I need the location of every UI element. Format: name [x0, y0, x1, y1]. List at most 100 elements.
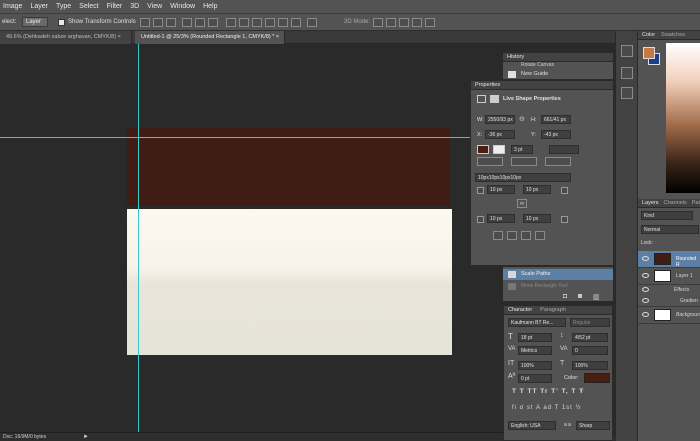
stroke-swatch[interactable]	[493, 145, 505, 154]
stroke-type-dropdown[interactable]	[549, 145, 579, 154]
tab-document-1[interactable]: 49.6% (Dehkadeh sabze arghavan, CMYK/8) …	[0, 31, 132, 44]
menu-layer[interactable]: Layer	[30, 3, 48, 10]
vertical-scale-field[interactable]: 100%	[518, 361, 552, 370]
layer-row[interactable]: Rounded R	[638, 251, 700, 268]
menu-image[interactable]: Image	[3, 3, 22, 10]
font-family-dropdown[interactable]: Kaufmann BT Re...	[508, 318, 566, 327]
3d-drag-icon[interactable]	[399, 18, 409, 27]
tab-document-2[interactable]: Untitled-1 @ 25/3% (Rounded Rectangle 1,…	[135, 31, 285, 44]
close-icon[interactable]: ×	[276, 34, 279, 40]
vertical-guide[interactable]	[138, 44, 139, 432]
3d-rotate-icon[interactable]	[373, 18, 383, 27]
tab-channels[interactable]: Channels	[664, 199, 687, 207]
3d-scale-icon[interactable]	[425, 18, 435, 27]
layer-row[interactable]: Backgroun	[638, 307, 700, 324]
mask-icon[interactable]	[477, 95, 486, 103]
eye-icon[interactable]	[642, 287, 649, 292]
path-exclude-icon[interactable]	[535, 231, 545, 240]
trash-icon[interactable]: ▥	[593, 293, 600, 301]
new-snapshot-icon[interactable]: ◙	[578, 293, 582, 300]
tab-swatches[interactable]: Swatches	[661, 31, 685, 39]
tab-paragraph[interactable]: Paragraph	[540, 306, 566, 314]
rounded-rectangle-shape[interactable]	[127, 209, 452, 355]
history-item[interactable]: Scale Paths	[521, 271, 550, 277]
align-hcenter-icon[interactable]	[195, 18, 205, 27]
close-icon[interactable]: ×	[118, 34, 121, 40]
corner-br-field[interactable]: 10 px	[523, 214, 551, 223]
distribute-top-icon[interactable]	[226, 18, 236, 27]
corner-tl-field[interactable]: 10 px	[487, 185, 515, 194]
new-document-icon[interactable]: ◘	[563, 293, 567, 300]
tracking-field[interactable]: 0	[572, 346, 608, 355]
3d-roll-icon[interactable]	[386, 18, 396, 27]
antialias-dropdown[interactable]: Sharp	[576, 421, 610, 430]
shape-icon[interactable]	[490, 95, 499, 103]
distribute-bottom-icon[interactable]	[252, 18, 262, 27]
corners-summary-field[interactable]: 10px10px10px10px	[475, 173, 571, 182]
stroke-align-dropdown[interactable]	[477, 157, 503, 166]
align-right-icon[interactable]	[208, 18, 218, 27]
width-field[interactable]: 2550/93 px	[485, 115, 515, 124]
layer-filter-kind[interactable]: Kind	[641, 211, 693, 220]
distribute-vcenter-icon[interactable]	[239, 18, 249, 27]
opentype-buttons[interactable]: fi σ st A ad T 1st ½	[512, 405, 582, 411]
stroke-corners-dropdown[interactable]	[545, 157, 571, 166]
height-field[interactable]: 661/41 px	[541, 115, 571, 124]
layer-row[interactable]: Layer 1	[638, 268, 700, 285]
menu-select[interactable]: Select	[79, 3, 98, 10]
history-item[interactable]: New Guide	[521, 71, 548, 77]
kerning-field[interactable]: Metrics	[518, 346, 552, 355]
menu-help[interactable]: Help	[203, 3, 217, 10]
horizontal-scale-field[interactable]: 100%	[572, 361, 608, 370]
adjustments-panel-icon[interactable]	[621, 87, 633, 99]
align-bottom-icon[interactable]	[166, 18, 176, 27]
font-style-dropdown[interactable]: Regular	[570, 318, 610, 327]
menu-3d[interactable]: 3D	[130, 3, 139, 10]
stroke-width-field[interactable]: 3 pt	[511, 145, 533, 154]
eye-icon[interactable]	[642, 312, 649, 317]
y-field[interactable]: -43 px	[541, 130, 571, 139]
align-top-icon[interactable]	[140, 18, 150, 27]
menu-type[interactable]: Type	[56, 3, 71, 10]
type-style-buttons[interactable]: T T TT Tr T' T, T Ŧ	[512, 388, 584, 395]
link-icon[interactable]: ⊖	[519, 115, 525, 123]
menu-filter[interactable]: Filter	[107, 3, 123, 10]
show-transform-checkbox[interactable]	[58, 19, 65, 26]
x-field[interactable]: -36 px	[485, 130, 515, 139]
path-intersect-icon[interactable]	[521, 231, 531, 240]
baseline-shift-field[interactable]: 0 pt	[518, 374, 552, 383]
history-item[interactable]: Rotate Canvas	[521, 62, 554, 68]
fill-swatch[interactable]	[477, 145, 489, 154]
blend-mode-dropdown[interactable]: Normal	[641, 225, 699, 234]
menu-window[interactable]: Window	[170, 3, 195, 10]
font-size-field[interactable]: 18 pt	[518, 333, 552, 342]
brown-rectangle-shape[interactable]	[127, 128, 450, 206]
tab-layers[interactable]: Layers	[642, 199, 659, 207]
auto-select-dropdown[interactable]: Layer	[22, 17, 48, 27]
tab-color[interactable]: Color	[642, 31, 655, 39]
path-subtract-icon[interactable]	[507, 231, 517, 240]
distribute-left-icon[interactable]	[265, 18, 275, 27]
eye-icon[interactable]	[642, 273, 649, 278]
layer-row[interactable]: Effects	[638, 285, 700, 296]
corner-tr-field[interactable]: 10 px	[523, 185, 551, 194]
text-color-swatch[interactable]	[584, 373, 610, 383]
path-combine-icon[interactable]	[493, 231, 503, 240]
history-panel-icon[interactable]	[621, 45, 633, 57]
color-spectrum[interactable]	[666, 43, 700, 193]
history-item-selected[interactable]	[503, 269, 613, 280]
auto-align-icon[interactable]	[307, 18, 317, 27]
align-vcenter-icon[interactable]	[153, 18, 163, 27]
foreground-color-swatch[interactable]	[643, 47, 655, 59]
history-item[interactable]: Move Rectangle Tool	[521, 283, 568, 289]
menu-view[interactable]: View	[147, 3, 162, 10]
link-corners-icon[interactable]: ∞	[517, 199, 527, 208]
status-arrow-icon[interactable]: ►	[83, 433, 89, 441]
corner-bl-field[interactable]: 10 px	[487, 214, 515, 223]
stroke-caps-dropdown[interactable]	[511, 157, 537, 166]
language-dropdown[interactable]: English: USA	[508, 421, 556, 430]
horizontal-guide[interactable]	[0, 137, 474, 138]
properties-panel-icon[interactable]	[621, 67, 633, 79]
eye-icon[interactable]	[642, 298, 649, 303]
align-left-icon[interactable]	[182, 18, 192, 27]
